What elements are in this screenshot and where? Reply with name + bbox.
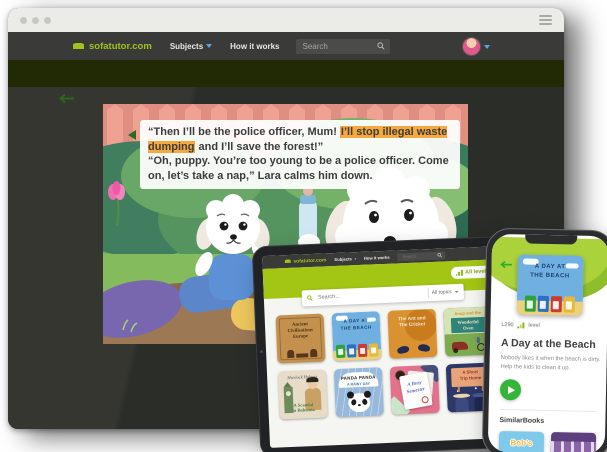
recycling-bins (336, 343, 379, 358)
library-search-input[interactable] (316, 289, 425, 302)
site-navbar: sofatutor.com Subjects How it works (8, 32, 564, 60)
narration-play-marker-icon[interactable] (128, 130, 136, 140)
story-dialogue: “Then I’ll be the police officer, Mum! I… (140, 120, 460, 189)
chevron-down-icon (455, 291, 459, 293)
window-dot-zoom[interactable] (44, 17, 51, 24)
phone-mockup: A DAY ATTHE BEACH L290 level A Day at th… (482, 228, 607, 452)
play-icon (508, 386, 515, 394)
back-arrow-icon[interactable] (58, 91, 75, 109)
screenshot-stage: sofatutor.com Subjects How it works (0, 0, 607, 452)
book-cover-scandal-in-bohemia[interactable]: Sherlock Holmes A Scandalin Bohemia (278, 369, 328, 419)
level-bars-icon (456, 270, 463, 276)
book-detail: L290 level A Day at the Beach Nobody lik… (498, 322, 599, 452)
user-menu[interactable] (462, 37, 490, 56)
search-input[interactable] (301, 41, 377, 52)
nav-subjects[interactable]: Subjects (170, 42, 212, 51)
book-cover-ant-and-cricket[interactable]: The Ant andThe Cricket (387, 309, 437, 359)
divider (428, 288, 429, 298)
figures-silhouette (287, 347, 315, 358)
book-cover-day-at-the-beach[interactable]: A DAY ATTHE BEACH (516, 254, 583, 315)
red-stamp (421, 396, 429, 404)
phone-notch (525, 234, 577, 244)
nav-subjects[interactable]: Subjects (334, 256, 356, 262)
level-row: L290 level (501, 322, 599, 330)
chevron-down-icon (354, 258, 356, 260)
navbar-search-field[interactable] (296, 39, 390, 54)
book-description: Nobody likes it when the beach is dirty.… (500, 354, 600, 373)
book-cover-panda-panda[interactable]: PANDA PANDA A RAINY DAY (334, 367, 384, 417)
sofatutor-logo[interactable]: sofatutor.com (72, 41, 152, 52)
tablet-screen: sofatutor.com Subjects How it works (262, 246, 508, 448)
phone-screen: A DAY ATTHE BEACH L290 level A Day at th… (488, 234, 607, 452)
insect-silhouette (418, 344, 431, 353)
dialogue-post: and I’ll save the forest!” (199, 141, 324, 153)
couch-icon (284, 259, 291, 264)
level-label: level (528, 323, 539, 329)
couch-icon (72, 42, 85, 51)
book-grid: AncientCivilisationsEurope A DAY ATTHE B… (265, 306, 507, 420)
nav-how-it-works[interactable]: How it works (364, 255, 390, 261)
nav-how-it-works[interactable]: How it works (230, 42, 279, 51)
play-button[interactable] (500, 379, 521, 400)
dialogue-pre: “Then I’ll be the police officer, Mum! (148, 126, 337, 138)
tablet-camera-dot (260, 350, 263, 353)
book-cover-busy-semester[interactable]: A BusySemester (390, 365, 440, 415)
navbar-search-field[interactable] (397, 251, 445, 261)
window-dot-close[interactable] (20, 17, 27, 24)
browser-chrome-bar (8, 8, 564, 32)
search-icon (377, 42, 385, 50)
similar-book-cover-forest[interactable] (550, 432, 596, 452)
level-code: L290 (501, 322, 513, 328)
hamburger-menu-icon[interactable] (539, 13, 552, 26)
avatar (462, 37, 481, 56)
similar-books-row: Bob’s (498, 431, 597, 452)
search-icon (437, 253, 442, 258)
logo-text[interactable]: sofatutor.com (293, 257, 326, 264)
back-arrow-icon[interactable] (499, 256, 512, 274)
search-input[interactable] (400, 252, 437, 261)
tablet-mockup: sofatutor.com Subjects How it works (252, 236, 519, 452)
recycling-bins (524, 295, 574, 312)
subnav-band (8, 60, 564, 87)
book-cover-ancient-civilisations[interactable]: AncientCivilisationsEurope (276, 314, 326, 364)
all-topics-dropdown[interactable]: All topics (432, 289, 452, 296)
similar-book-cover-bobs[interactable]: Bob’s (498, 431, 544, 452)
traveller-figure (455, 398, 469, 413)
book-cover-day-at-the-beach[interactable]: A DAY ATTHE BEACH (332, 311, 382, 361)
search-icon (307, 295, 313, 301)
window-dot-minimize[interactable] (32, 17, 39, 24)
level-bars-icon (518, 322, 525, 328)
divider (500, 409, 596, 412)
logo-text: sofatutor.com (89, 41, 152, 52)
chevron-down-icon (484, 45, 490, 49)
similar-books-heading: SimilarBooks (499, 417, 597, 426)
rickshaw (452, 342, 468, 351)
book-title: A Day at the Beach (501, 337, 599, 351)
chevron-down-icon (206, 44, 212, 48)
dialogue-line2: “Oh, puppy. You’re too young to be a pol… (148, 154, 452, 183)
insect-silhouette (396, 345, 409, 355)
